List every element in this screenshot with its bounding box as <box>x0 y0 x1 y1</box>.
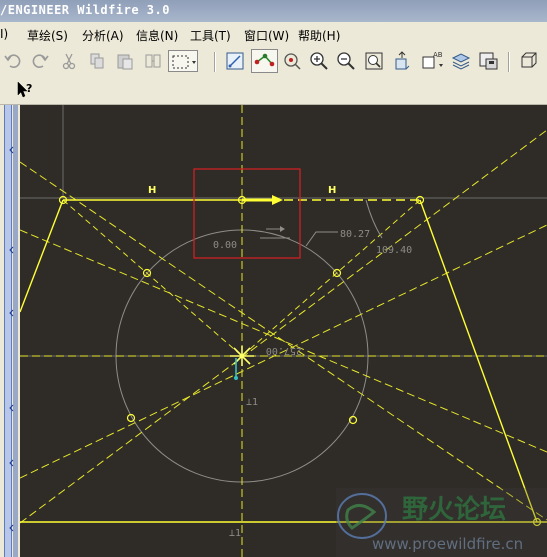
forum-watermark: 野火论坛 www.proewildfire.cn <box>336 488 547 557</box>
3d-view-icon[interactable] <box>518 50 540 72</box>
copy-icon[interactable] <box>86 50 108 72</box>
diagonal-centerline[interactable] <box>20 129 547 524</box>
dimension-arrowhead <box>280 226 285 232</box>
construction-line <box>241 199 421 357</box>
menu-bar: I) 草绘(S) 分析(A) 信息(N) 工具(T) 窗口(W) 帮助(H) <box>0 22 547 47</box>
save-view-icon[interactable] <box>477 50 499 72</box>
svg-text:AB: AB <box>433 51 443 59</box>
dimension-value[interactable]: 0.00 <box>213 240 237 251</box>
refit-icon[interactable] <box>363 50 385 72</box>
watermark-url: www.proewildfire.cn <box>372 535 523 553</box>
menu-item-sketch[interactable]: 草绘(S) <box>27 27 68 44</box>
sketch-canvas[interactable]: H H 0.00 80.27 109.40 257.00 ⊥1 ⊥1 野火论坛 … <box>20 105 547 557</box>
perpendicular-constraint-label[interactable]: ⊥1 <box>229 528 241 539</box>
context-help-icon[interactable]: ? <box>14 79 36 101</box>
zoom-in-icon[interactable] <box>308 50 330 72</box>
menu-item-help[interactable]: 帮助(H) <box>298 27 340 44</box>
dimension-value[interactable]: 80.27 <box>340 229 370 240</box>
menu-item-info[interactable]: 信息(N) <box>136 27 178 44</box>
secondary-toolbar: ? <box>0 78 547 105</box>
dimension-leader[interactable] <box>305 231 338 247</box>
paste-special-icon[interactable] <box>142 50 164 72</box>
dimension-value[interactable]: 257.00 <box>266 345 302 356</box>
menu-item-analysis[interactable]: 分析(A) <box>82 27 124 44</box>
window-title: /ENGINEER Wildfire 3.0 <box>0 3 170 17</box>
watermark-title: 野火论坛 <box>402 495 506 525</box>
view-manager-icon[interactable]: AB <box>420 50 446 72</box>
diagonal-centerline[interactable] <box>20 161 547 521</box>
sketch-grid-icon[interactable] <box>224 50 246 72</box>
sketch-vertex-icon[interactable] <box>251 49 278 73</box>
orient-icon[interactable] <box>391 50 413 72</box>
sketch-line-left[interactable] <box>20 199 64 313</box>
zoom-out-icon[interactable] <box>335 50 357 72</box>
cut-icon[interactable] <box>58 50 80 72</box>
horizontal-constraint-label[interactable]: H <box>148 185 156 196</box>
title-bar: /ENGINEER Wildfire 3.0 <box>0 0 547 22</box>
menu-item-edit[interactable]: I) <box>0 27 8 41</box>
direction-arrowhead <box>272 195 283 205</box>
menu-item-window[interactable]: 窗口(W) <box>244 27 289 44</box>
sidebar-arrows <box>9 146 14 532</box>
dimension-value[interactable]: 109.40 <box>376 245 412 256</box>
main-toolbar: AB <box>0 46 547 78</box>
construction-line <box>62 199 243 357</box>
selection-box-icon[interactable] <box>168 50 198 72</box>
layers-icon[interactable] <box>450 50 472 72</box>
spin-center-icon[interactable] <box>281 50 303 72</box>
svg-text:?: ? <box>26 82 32 95</box>
horizontal-constraint-label[interactable]: H <box>328 185 336 196</box>
selection-rectangle[interactable] <box>193 168 301 259</box>
model-tree-sidebar[interactable] <box>0 105 20 557</box>
redo-icon[interactable] <box>29 50 51 72</box>
paste-icon[interactable] <box>114 50 136 72</box>
undo-icon[interactable] <box>2 50 24 72</box>
menu-item-tools[interactable]: 工具(T) <box>190 27 231 44</box>
perpendicular-constraint-label[interactable]: ⊥1 <box>246 397 258 408</box>
sketch-drawing[interactable]: H H 0.00 80.27 109.40 257.00 ⊥1 ⊥1 野火论坛 … <box>20 105 547 557</box>
